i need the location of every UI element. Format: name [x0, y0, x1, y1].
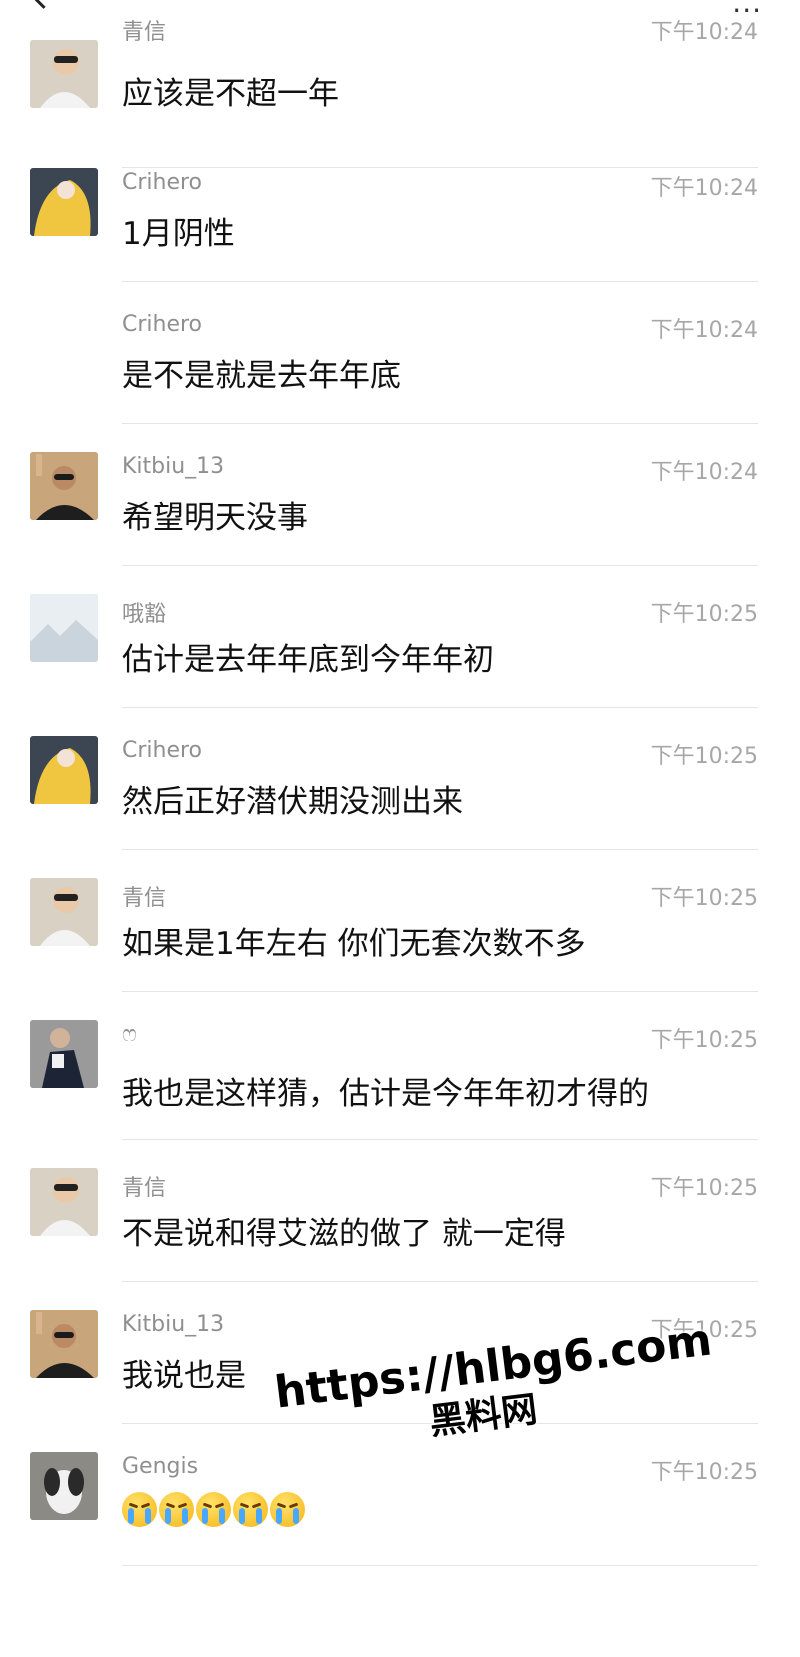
avatar[interactable]: [30, 168, 98, 236]
avatar[interactable]: [30, 736, 98, 804]
sender-name: 青信: [122, 886, 167, 911]
chat-message: 哦豁 下午10:25 估计是去年年底到今年年初: [0, 574, 800, 708]
sender-name: Gengis: [122, 1454, 199, 1479]
message-text: 是不是就是去年年底: [122, 358, 401, 394]
crying-face-icon: [270, 1492, 305, 1527]
chat-message: 青信 下午10:25 不是说和得艾滋的做了 就一定得: [0, 1148, 800, 1282]
chevron-left-icon[interactable]: [30, 0, 57, 9]
avatar[interactable]: [30, 1310, 98, 1378]
message-time: 下午10:25: [650, 1028, 758, 1053]
divider: [122, 1139, 758, 1140]
divider: [122, 565, 758, 566]
chat-message: Crihero 下午10:24 是不是就是去年年底: [0, 290, 800, 424]
message-text: 不是说和得艾滋的做了 就一定得: [122, 1216, 566, 1252]
message-time: 下午10:24: [650, 460, 758, 485]
avatar[interactable]: [30, 1020, 98, 1088]
sender-name: Crihero: [122, 170, 203, 195]
sender-name: Crihero: [122, 312, 203, 337]
message-time: 下午10:25: [650, 1176, 758, 1201]
message-text: 估计是去年年底到今年年初: [122, 642, 494, 678]
crying-face-icon: [196, 1492, 231, 1527]
sender-name: Kitbiu_13: [122, 454, 225, 479]
avatar[interactable]: [30, 594, 98, 662]
message-time: 下午10:25: [650, 744, 758, 769]
sender-name: Kitbiu_13: [122, 1312, 225, 1337]
sender-name: ෆ: [122, 1022, 137, 1047]
divider: [122, 707, 758, 708]
message-text: 希望明天没事: [122, 500, 308, 536]
divider: [122, 991, 758, 992]
message-time: 下午10:24: [650, 20, 758, 45]
chat-message: ෆ 下午10:25 我也是这样猜，估计是今年年初才得的: [0, 1000, 800, 1140]
avatar[interactable]: [30, 1452, 98, 1520]
avatar[interactable]: [30, 452, 98, 520]
message-text: 然后正好潜伏期没测出来: [122, 784, 463, 820]
message-text: 我说也是: [122, 1358, 246, 1394]
message-time: 下午10:24: [650, 176, 758, 201]
sender-name: 哦豁: [122, 602, 167, 627]
divider: [122, 423, 758, 424]
message-text: 应该是不超一年: [122, 76, 339, 112]
message-time: 下午10:25: [650, 886, 758, 911]
sender-name: 青信: [122, 20, 167, 45]
message-time: 下午10:25: [650, 1460, 758, 1485]
chat-message: Crihero 下午10:24 1月阴性: [0, 148, 800, 282]
divider: [122, 281, 758, 282]
avatar[interactable]: [30, 1168, 98, 1236]
divider: [122, 1565, 758, 1566]
divider: [122, 1281, 758, 1282]
message-text: 如果是1年左右 你们无套次数不多: [122, 926, 586, 962]
sender-name: Crihero: [122, 738, 203, 763]
chat-message: Crihero 下午10:25 然后正好潜伏期没测出来: [0, 716, 800, 850]
chat-message: 青信 下午10:25 如果是1年左右 你们无套次数不多: [0, 858, 800, 992]
sender-name: 青信: [122, 1176, 167, 1201]
avatar[interactable]: [30, 40, 98, 108]
message-time: 下午10:24: [650, 318, 758, 343]
chat-message: 青信 下午10:24 应该是不超一年: [0, 20, 800, 168]
divider: [122, 849, 758, 850]
message-text: 1月阴性: [122, 216, 235, 252]
chat-message: Gengis 下午10:25: [0, 1432, 800, 1566]
message-time: 下午10:25: [650, 602, 758, 627]
crying-face-icon: [159, 1492, 194, 1527]
emoji-row: [122, 1492, 305, 1527]
chat-message: Kitbiu_13 下午10:24 希望明天没事: [0, 432, 800, 566]
message-text: 我也是这样猜，估计是今年年初才得的: [122, 1076, 649, 1112]
crying-face-icon: [122, 1492, 157, 1527]
crying-face-icon: [233, 1492, 268, 1527]
avatar[interactable]: [30, 878, 98, 946]
